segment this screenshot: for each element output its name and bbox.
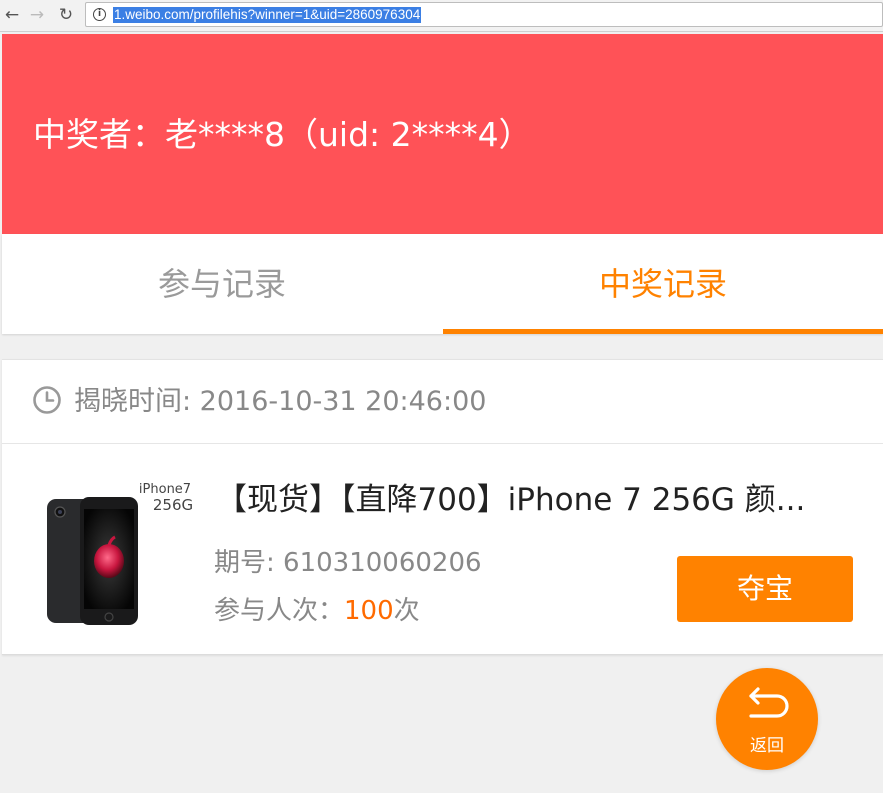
winner-info: 中奖者：老****8（uid: 2****4） (33, 115, 532, 154)
tab-winning-records[interactable]: 中奖记录 (443, 234, 883, 334)
forward-arrow-icon[interactable]: → (26, 4, 48, 26)
record-tabs: 参与记录 中奖记录 (2, 234, 883, 334)
winner-header: 中奖者：老****8（uid: 2****4） (2, 34, 883, 234)
participants-count-value: 100 (344, 596, 394, 626)
participants-label: 参与人次： (214, 596, 345, 626)
card-header: 揭晓时间: 2016-10-31 20:46:00 (2, 360, 883, 444)
browser-toolbar: ← → ↻ i 1.weibo.com/profilehis?winner=1&… (0, 0, 883, 32)
clock-icon (33, 386, 61, 414)
issue-number: 期号: 610310060206 (214, 548, 482, 578)
tab-participation-records[interactable]: 参与记录 (2, 234, 442, 334)
winning-record-card[interactable]: 揭晓时间: 2016-10-31 20:46:00 iPhone7 256G 【… (2, 359, 883, 655)
back-arrow-icon[interactable]: ← (1, 4, 23, 26)
url-text[interactable]: 1.weibo.com/profilehis?winner=1&uid=2860… (113, 7, 422, 23)
participant-count: 参与人次：100次 (214, 594, 420, 628)
grab-treasure-button[interactable]: 夺宝 (677, 556, 853, 622)
address-bar[interactable]: i 1.weibo.com/profilehis?winner=1&uid=28… (85, 2, 883, 27)
product-image-iphone[interactable]: iPhone7 256G (40, 475, 194, 631)
image-caption-storage: 256G (153, 496, 193, 514)
info-icon[interactable]: i (93, 8, 106, 21)
participants-unit: 次 (393, 596, 420, 626)
product-title[interactable]: 【现货】【直降700】iPhone 7 256G 颜... (216, 480, 846, 520)
active-tab-indicator (443, 329, 883, 334)
image-caption-model: iPhone7 (139, 482, 191, 497)
return-arrow-icon (749, 687, 789, 718)
return-button[interactable]: 返回 (716, 668, 818, 770)
reload-icon[interactable]: ↻ (55, 4, 77, 26)
return-label: 返回 (750, 736, 784, 756)
reveal-time: 揭晓时间: 2016-10-31 20:46:00 (74, 386, 487, 417)
